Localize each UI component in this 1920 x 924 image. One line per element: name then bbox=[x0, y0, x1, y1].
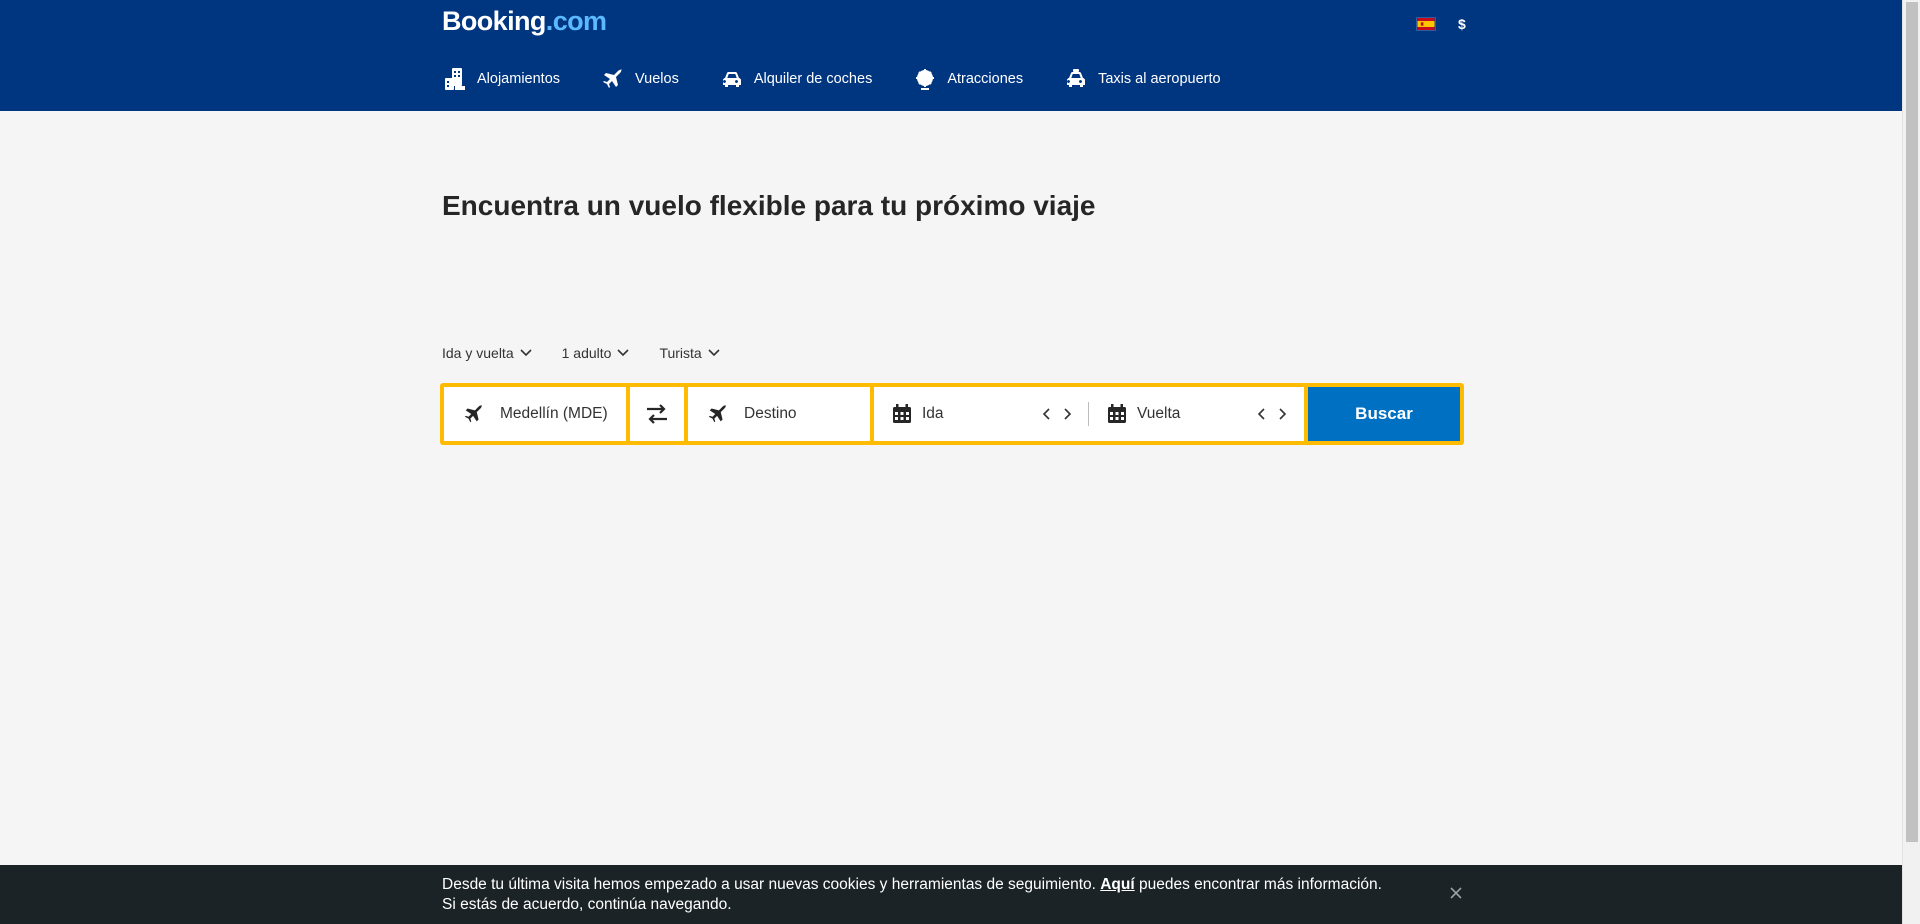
nav-label: Vuelos bbox=[635, 71, 679, 87]
close-icon[interactable] bbox=[1448, 885, 1464, 901]
trip-type-label: Ida y vuelta bbox=[442, 345, 514, 361]
swap-arrows-icon bbox=[647, 404, 667, 424]
bed-icon bbox=[442, 66, 468, 92]
return-date-field[interactable]: Vuelta bbox=[1089, 387, 1303, 441]
logo-suffix-text: .com bbox=[545, 6, 607, 36]
calendar-icon bbox=[890, 402, 914, 426]
ferris-wheel-icon bbox=[912, 66, 938, 92]
origin-value: Medellín (MDE) bbox=[500, 405, 608, 422]
plane-icon bbox=[706, 402, 730, 426]
chevron-left-icon[interactable] bbox=[1042, 407, 1052, 421]
chevron-left-icon[interactable] bbox=[1257, 407, 1267, 421]
origin-field[interactable]: Medellín (MDE) bbox=[444, 387, 626, 441]
flight-search-bar: Medellín (MDE) Destino Ida Vuelta Buscar bbox=[440, 383, 1464, 445]
car-icon bbox=[719, 66, 745, 92]
nav-item-taxis-aeropuerto[interactable]: Taxis al aeropuerto bbox=[1063, 64, 1221, 94]
dates-field: Ida Vuelta bbox=[874, 387, 1304, 441]
travellers-dropdown[interactable]: 1 adulto bbox=[562, 345, 630, 361]
page-scrollbar[interactable] bbox=[1902, 0, 1920, 924]
scrollbar-thumb[interactable] bbox=[1906, 2, 1918, 842]
cookie-text-after: puedes encontrar más información. bbox=[1134, 876, 1382, 893]
logo-main-text: Booking bbox=[442, 6, 546, 36]
nav-item-alojamientos[interactable]: Alojamientos bbox=[442, 64, 560, 94]
trip-type-dropdown[interactable]: Ida y vuelta bbox=[442, 345, 532, 361]
header-right-controls: $ bbox=[1416, 16, 1466, 32]
main-nav: Alojamientos Vuelos Alquiler de coches A… bbox=[442, 64, 1261, 94]
nav-label: Alquiler de coches bbox=[753, 71, 873, 87]
swap-button[interactable] bbox=[630, 387, 684, 441]
cabin-class-dropdown[interactable]: Turista bbox=[659, 345, 720, 361]
chevron-down-icon bbox=[520, 349, 532, 357]
cookie-text-line2: Si estás de acuerdo, continúa navegando. bbox=[442, 896, 732, 913]
nav-item-alquiler-coches[interactable]: Alquiler de coches bbox=[719, 64, 873, 94]
chevron-right-icon[interactable] bbox=[1062, 407, 1072, 421]
destination-field[interactable]: Destino bbox=[688, 387, 870, 441]
plane-icon bbox=[462, 402, 486, 426]
taxi-icon bbox=[1063, 66, 1089, 92]
return-date-arrows bbox=[1257, 407, 1287, 421]
nav-label: Alojamientos bbox=[477, 71, 561, 87]
depart-placeholder: Ida bbox=[922, 405, 944, 422]
search-options: Ida y vuelta 1 adulto Turista bbox=[442, 345, 720, 361]
chevron-down-icon bbox=[708, 349, 720, 357]
nav-label: Atracciones bbox=[947, 71, 1024, 87]
chevron-right-icon[interactable] bbox=[1277, 407, 1287, 421]
depart-date-field[interactable]: Ida bbox=[874, 387, 1088, 441]
cookie-info-link[interactable]: Aquí bbox=[1100, 876, 1134, 893]
nav-item-vuelos[interactable]: Vuelos bbox=[600, 64, 679, 94]
destination-placeholder: Destino bbox=[744, 405, 797, 422]
nav-item-atracciones[interactable]: Atracciones bbox=[912, 64, 1023, 94]
depart-date-arrows bbox=[1042, 407, 1072, 421]
cookie-banner: Desde tu última visita hemos empezado a … bbox=[0, 865, 1902, 924]
nav-label: Taxis al aeropuerto bbox=[1098, 71, 1221, 87]
spain-flag-icon[interactable] bbox=[1416, 17, 1436, 31]
travellers-label: 1 adulto bbox=[561, 345, 612, 361]
cookie-message: Desde tu última visita hemos empezado a … bbox=[442, 875, 1422, 915]
currency-selector[interactable]: $ bbox=[1458, 16, 1466, 32]
plane-icon bbox=[600, 66, 626, 92]
top-header: Booking.com $ Alojamientos Vuelos Alquil… bbox=[0, 0, 1902, 111]
calendar-icon bbox=[1105, 402, 1129, 426]
page-title: Encuentra un vuelo flexible para tu próx… bbox=[442, 190, 1096, 221]
return-placeholder: Vuelta bbox=[1137, 405, 1181, 422]
booking-logo[interactable]: Booking.com bbox=[442, 6, 607, 37]
chevron-down-icon bbox=[617, 349, 630, 357]
cookie-text-before: Desde tu última visita hemos empezado a … bbox=[442, 876, 1101, 893]
cabin-class-label: Turista bbox=[659, 345, 702, 361]
search-button[interactable]: Buscar bbox=[1308, 387, 1460, 441]
